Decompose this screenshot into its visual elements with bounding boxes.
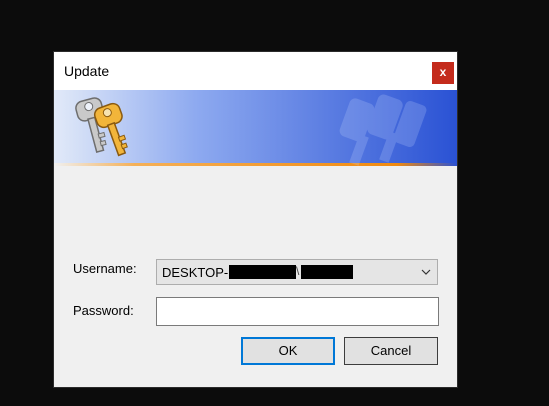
redaction-mark: \ <box>296 264 300 278</box>
title-bar[interactable]: Update x <box>54 52 457 90</box>
password-label: Password: <box>73 303 134 318</box>
close-button[interactable]: x <box>432 62 454 84</box>
header-banner <box>54 90 457 166</box>
redaction-block <box>301 265 353 279</box>
ok-button[interactable]: OK <box>241 337 335 365</box>
username-value: DESKTOP- <box>162 265 229 280</box>
cancel-button[interactable]: Cancel <box>344 337 438 365</box>
keys-icon <box>75 97 128 157</box>
update-dialog: Update x Username: DESKTOP- \ Password: … <box>54 52 457 387</box>
chevron-down-icon[interactable] <box>421 268 431 276</box>
username-label: Username: <box>73 261 137 276</box>
username-combobox[interactable]: DESKTOP- \ <box>156 259 438 285</box>
dialog-title: Update <box>64 63 110 79</box>
password-field[interactable] <box>156 297 439 326</box>
close-icon: x <box>439 65 447 79</box>
redaction-block <box>229 265 296 279</box>
